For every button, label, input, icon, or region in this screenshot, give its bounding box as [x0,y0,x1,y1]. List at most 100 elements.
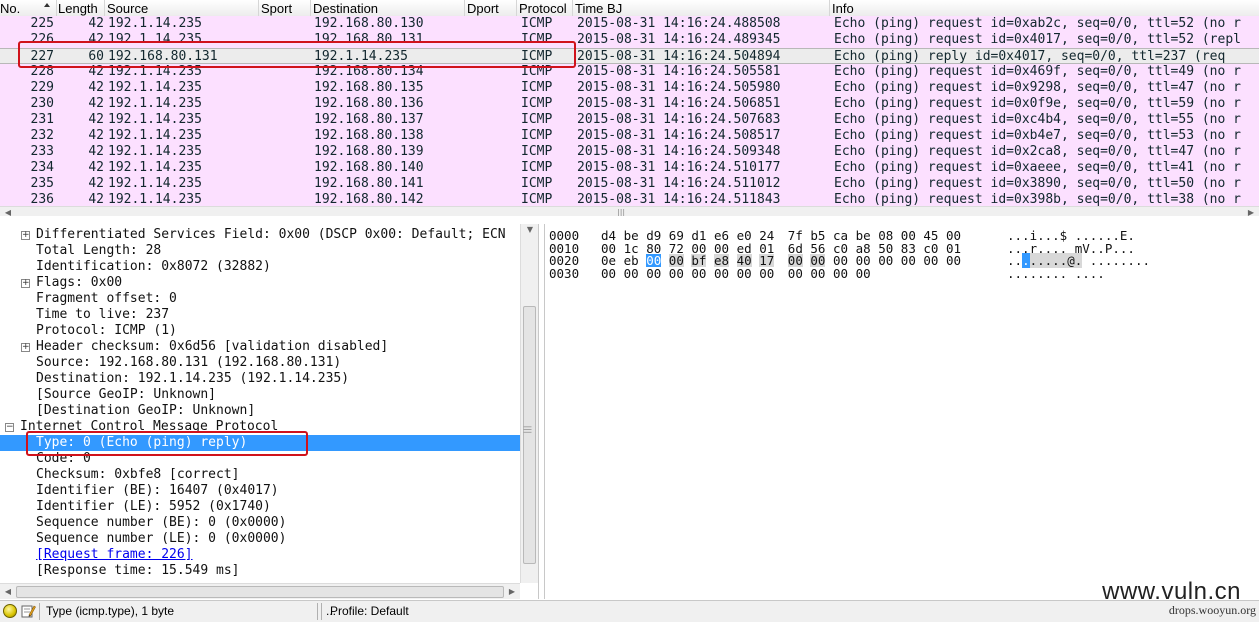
packet-row[interactable]: 225 42 192.1.14.235 192.168.80.130 ICMP 2015-… [0,16,1259,32]
packet-bytes-pane[interactable]: 0000 d4 be d9 69 d1 e6 e0 24 7f b5 ca be 08 00 45 00 ...i… [544,224,1259,599]
scrollbar-grip-icon[interactable]: ||| [523,425,534,433]
column-divider[interactable] [464,0,465,17]
packet-row[interactable]: 235 42 192.1.14.235 192.168.80.141 ICMP 2015-… [0,176,1259,192]
collapse-icon[interactable]: − [5,423,14,432]
edit-capture-comment-icon[interactable] [20,603,36,619]
packet-list[interactable]: No. Length Source Sport Destination Dpor… [0,0,1259,216]
packet-row[interactable]: 230 42 192.1.14.235 192.168.80.136 ICMP 2015-… [0,96,1259,112]
packet-row[interactable]: 229 42 192.1.14.235 192.168.80.135 ICMP 2015-… [0,80,1259,96]
details-line[interactable]: Sequence number (BE): 0 (0x0000) [0,515,520,531]
packet-protocol: ICMP [521,96,553,111]
packet-row[interactable]: 232 42 192.1.14.235 192.168.80.138 ICMP 2015-… [0,128,1259,144]
details-line[interactable]: Fragment offset: 0 [0,291,520,307]
hex-byte[interactable]: 00 [923,254,938,267]
hex-byte[interactable]: 00 [788,267,803,280]
packet-list-horizontal-scrollbar[interactable]: ◀ ||| ▶ [0,206,1259,216]
packet-details-pane[interactable]: + Differentiated Services Field: 0x00 (DS… [0,224,539,599]
column-divider[interactable] [829,0,830,17]
hex-byte[interactable]: 00 [833,267,848,280]
details-line[interactable]: [Source GeoIP: Unknown] [0,387,520,403]
details-line[interactable]: [Response time: 15.549 ms] [0,563,520,579]
packet-protocol: ICMP [521,144,553,159]
details-line-text: [Source GeoIP: Unknown] [36,387,217,402]
scroll-right-arrow-icon[interactable]: ▶ [506,586,518,597]
details-line[interactable]: Identification: 0x8072 (32882) [0,259,520,275]
hex-byte[interactable]: 00 [901,254,916,267]
hex-byte[interactable]: 00 [646,267,661,280]
details-horizontal-scrollbar[interactable]: ◀ ▶ [0,583,520,599]
details-scroll-thumb[interactable] [523,306,536,564]
column-info[interactable]: Info [832,2,854,15]
packet-row[interactable]: 226 42 192.1.14.235 192.168.80.131 ICMP 2015-… [0,32,1259,48]
request-frame-link[interactable]: [Request frame: 226] [0,547,520,563]
packet-row[interactable]: 227 60 192.168.80.131 192.1.14.235 ICMP 2015-… [0,48,1259,64]
packet-row[interactable]: 234 42 192.1.14.235 192.168.80.140 ICMP 2015-… [0,160,1259,176]
hex-byte[interactable]: 00 [810,267,825,280]
details-line[interactable]: Identifier (LE): 5952 (0x1740) [0,499,520,515]
details-vertical-scrollbar[interactable]: ||| ▼ [520,224,538,583]
expand-icon[interactable]: + [21,343,30,352]
hex-byte[interactable]: 00 [759,267,774,280]
details-horizontal-thumb[interactable] [16,586,504,598]
column-sport[interactable]: Sport [261,2,292,15]
packet-info: Echo (ping) request id=0xc4b4, seq=0/0, … [834,112,1241,127]
expand-icon[interactable]: + [21,279,30,288]
details-line[interactable]: Code: 0 [0,451,520,467]
packet-row[interactable]: 233 42 192.1.14.235 192.168.80.139 ICMP 2015-… [0,144,1259,160]
column-destination[interactable]: Destination [313,2,378,15]
scroll-down-arrow-icon[interactable]: ▼ [524,224,536,235]
hex-dump-line[interactable]: 0030 00 00 00 00 00 00 00 00 00 00 00 00 ........ ...… [549,267,1249,280]
column-length[interactable]: Length [58,2,98,15]
hex-byte[interactable]: 00 [714,267,729,280]
details-line[interactable]: Source: 192.168.80.131 (192.168.80.131) [0,355,520,371]
hex-byte[interactable]: 00 [878,254,893,267]
packet-time: 2015-08-31 14:16:24.505980 [577,80,781,95]
column-divider[interactable] [258,0,259,17]
column-divider[interactable] [104,0,105,17]
hex-byte[interactable]: 00 [946,254,961,267]
details-line[interactable]: Destination: 192.1.14.235 (192.1.14.235) [0,371,520,387]
column-dport[interactable]: Dport [467,2,499,15]
column-protocol[interactable]: Protocol [519,2,567,15]
details-line[interactable]: + Flags: 0x00 [0,275,520,291]
column-source[interactable]: Source [107,2,148,15]
details-line-text: Time to live: 237 [36,307,170,322]
hex-byte[interactable]: 00 [601,267,616,280]
packet-row[interactable]: 231 42 192.1.14.235 192.168.80.137 ICMP 2015-… [0,112,1259,128]
scroll-right-arrow-icon[interactable]: ▶ [1245,207,1257,216]
expand-icon[interactable]: + [21,231,30,240]
status-divider [317,603,318,620]
details-line[interactable]: Sequence number (LE): 0 (0x0000) [0,531,520,547]
details-line-selected[interactable]: Type: 0 (Echo (ping) reply) [0,435,520,451]
details-line[interactable]: [Destination GeoIP: Unknown] [0,403,520,419]
details-line[interactable]: − Internet Control Message Protocol [0,419,520,435]
column-time[interactable]: Time BJ [575,2,622,15]
hex-byte[interactable]: 00 [856,267,871,280]
details-line[interactable]: + Differentiated Services Field: 0x00 (DS… [0,227,520,243]
packet-row[interactable]: 228 42 192.1.14.235 192.168.80.134 ICMP 2015-… [0,64,1259,80]
details-line-text: Header checksum: 0x6d56 [validation disa… [36,339,389,354]
expert-info-indicator-icon[interactable] [3,604,17,618]
column-divider[interactable] [572,0,573,17]
details-line[interactable]: Time to live: 237 [0,307,520,323]
details-line[interactable]: Checksum: 0xbfe8 [correct] [0,467,520,483]
scroll-left-arrow-icon[interactable]: ◀ [2,586,14,597]
column-divider[interactable] [516,0,517,17]
details-line-text: Internet Control Message Protocol [20,419,279,434]
details-line[interactable]: Protocol: ICMP (1) [0,323,520,339]
scrollbar-grip-icon[interactable]: ||| [617,207,625,216]
details-line[interactable]: + Header checksum: 0x6d56 [validation dis… [0,339,520,355]
packet-list-header: No. Length Source Sport Destination Dpor… [0,0,1259,17]
column-no[interactable]: No. [0,2,20,15]
hex-byte[interactable]: 00 [669,267,684,280]
details-line[interactable]: Identifier (BE): 16407 (0x4017) [0,483,520,499]
hex-byte[interactable]: 00 [691,267,706,280]
hex-byte[interactable]: 00 [737,267,752,280]
scroll-left-arrow-icon[interactable]: ◀ [2,207,14,216]
column-divider[interactable] [310,0,311,17]
hex-byte[interactable]: 00 [624,267,639,280]
column-divider[interactable] [56,0,57,17]
ascii-dump[interactable]: ........ .... [1007,267,1105,280]
details-line[interactable]: Total Length: 28 [0,243,520,259]
status-profile[interactable]: Profile: Default [330,603,409,620]
